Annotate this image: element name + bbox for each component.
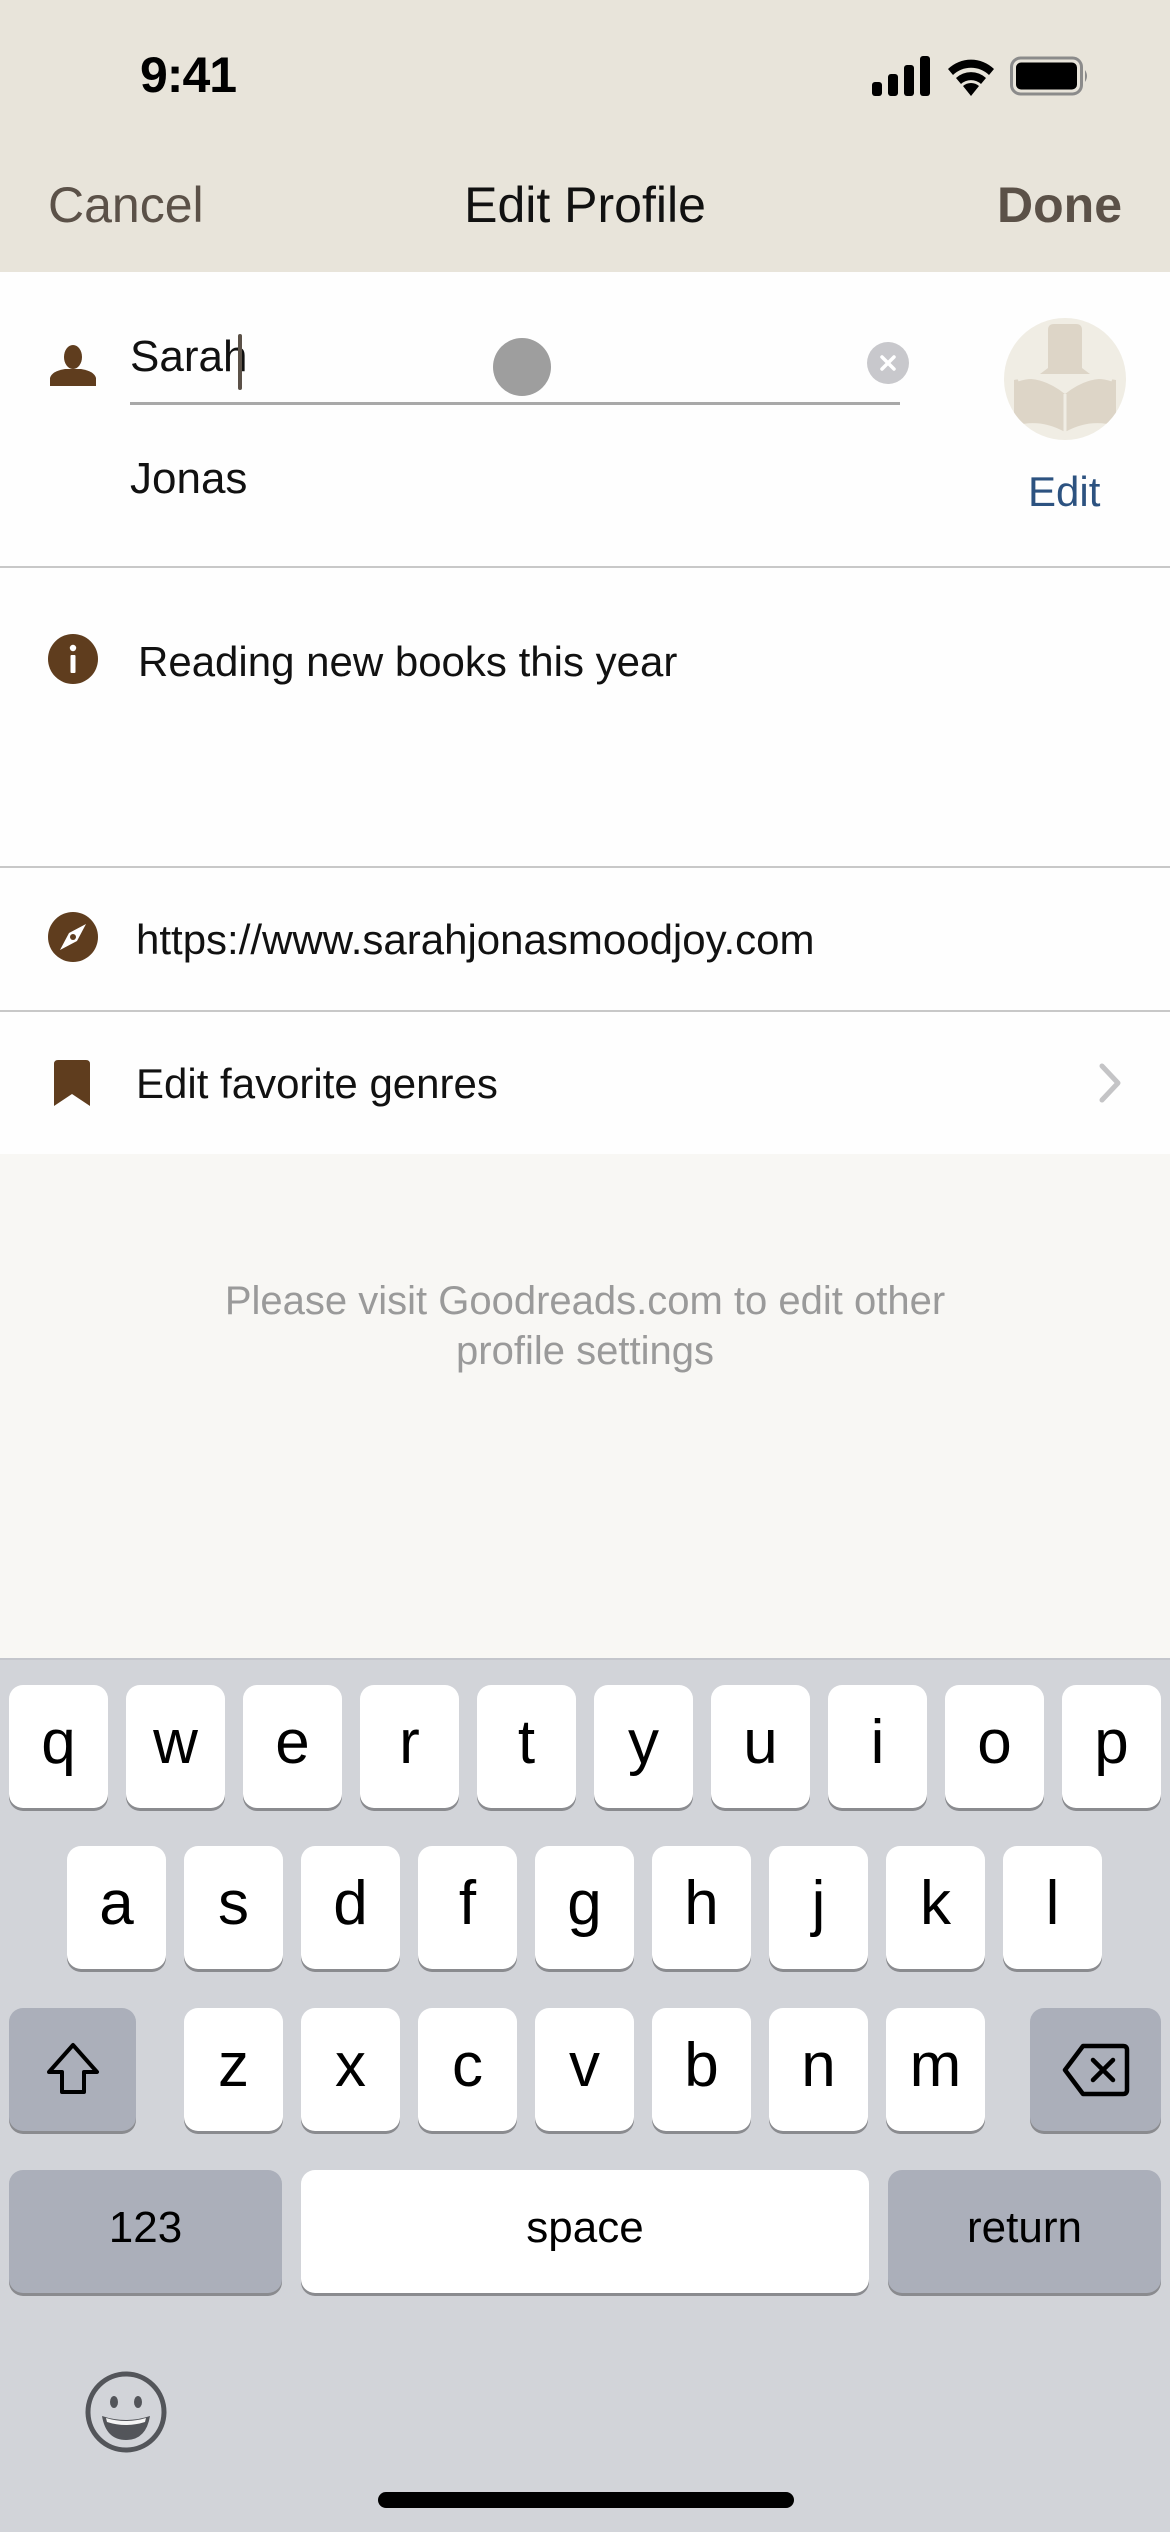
- key-label: j: [811, 1869, 826, 1938]
- notice-line-1: Please visit Goodreads.com to edit other: [224, 1279, 946, 1323]
- key-o[interactable]: o: [945, 1685, 1044, 1808]
- close-icon: [880, 355, 896, 371]
- battery-icon: [1010, 56, 1087, 96]
- key-y[interactable]: y: [594, 1685, 693, 1808]
- edit-avatar-button[interactable]: Edit: [1028, 468, 1100, 516]
- key-label: u: [743, 1708, 778, 1777]
- key-label: w: [153, 1708, 198, 1777]
- bookmark-icon: [54, 1060, 90, 1106]
- emoji-icon[interactable]: [84, 2370, 168, 2454]
- key-h[interactable]: h: [652, 1846, 751, 1969]
- status-time: 9:41: [140, 47, 237, 103]
- cellular-signal-icon: [872, 56, 930, 96]
- key-k[interactable]: k: [886, 1846, 985, 1969]
- key-g[interactable]: g: [535, 1846, 634, 1969]
- key-f[interactable]: f: [418, 1846, 517, 1969]
- compass-icon: [48, 912, 98, 962]
- space-key[interactable]: space: [301, 2170, 869, 2293]
- key-label: z: [218, 2031, 249, 2100]
- key-label: c: [452, 2031, 483, 2100]
- key-label: s: [218, 1869, 249, 1938]
- divider: [0, 566, 1170, 568]
- clear-text-button[interactable]: [867, 342, 909, 384]
- settings-notice: Please visit Goodreads.com to edit other…: [0, 1276, 1170, 1376]
- key-label: p: [1094, 1708, 1129, 1777]
- space-key-label: space: [526, 2202, 644, 2252]
- last-name-input[interactable]: Jonas: [130, 454, 247, 504]
- key-b[interactable]: b: [652, 2008, 751, 2131]
- key-i[interactable]: i: [828, 1685, 927, 1808]
- key-label: l: [1045, 1869, 1060, 1938]
- edit-genres-label[interactable]: Edit favorite genres: [136, 1060, 498, 1108]
- key-s[interactable]: s: [184, 1846, 283, 1969]
- info-icon: [48, 634, 98, 684]
- delete-icon: [1062, 2043, 1129, 2096]
- shift-icon: [46, 2042, 99, 2094]
- key-label: r: [399, 1708, 420, 1777]
- wifi-icon: [948, 59, 994, 96]
- key-v[interactable]: v: [535, 2008, 634, 2131]
- key-label: f: [458, 1869, 477, 1938]
- key-t[interactable]: t: [477, 1685, 576, 1808]
- key-label: q: [41, 1708, 76, 1777]
- notice-line-2: profile settings: [456, 1329, 714, 1373]
- bio-input[interactable]: Reading new books this year: [138, 638, 677, 686]
- key-label: k: [920, 1869, 951, 1938]
- key-c[interactable]: c: [418, 2008, 517, 2131]
- reader-placeholder-icon: [1014, 324, 1116, 432]
- numbers-key-label: 123: [108, 2202, 183, 2252]
- key-n[interactable]: n: [769, 2008, 868, 2131]
- status-icons: [872, 56, 1090, 96]
- page-title: Edit Profile: [464, 177, 706, 233]
- key-label: n: [801, 2031, 836, 2100]
- key-m[interactable]: m: [886, 2008, 985, 2131]
- home-indicator: [378, 2492, 794, 2508]
- key-j[interactable]: j: [769, 1846, 868, 1969]
- key-x[interactable]: x: [301, 2008, 400, 2131]
- delete-key[interactable]: [1030, 2008, 1161, 2131]
- text-cursor: [238, 334, 242, 390]
- key-label: e: [275, 1708, 310, 1777]
- input-underline: [130, 402, 900, 405]
- key-label: d: [333, 1869, 368, 1938]
- website-input[interactable]: https://www.sarahjonasmoodjoy.com: [136, 916, 815, 964]
- key-l[interactable]: l: [1003, 1846, 1102, 1969]
- key-e[interactable]: e: [243, 1685, 342, 1808]
- key-q[interactable]: q: [9, 1685, 108, 1808]
- key-label: t: [517, 1708, 536, 1777]
- key-z[interactable]: z: [184, 2008, 283, 2131]
- keyboard: q w e r t y u i o p a s d f g h j k l z x c v b n m 123 space ret…: [0, 1658, 1170, 2532]
- key-label: v: [569, 2031, 600, 2100]
- key-r[interactable]: r: [360, 1685, 459, 1808]
- key-label: y: [628, 1708, 659, 1777]
- person-icon: [50, 345, 96, 386]
- chevron-right-icon: [1099, 1063, 1121, 1103]
- key-label: h: [684, 1869, 719, 1938]
- done-button[interactable]: Done: [997, 176, 1122, 234]
- first-name-input[interactable]: Sarah: [130, 332, 247, 382]
- key-p[interactable]: p: [1062, 1685, 1161, 1808]
- key-label: x: [335, 2031, 366, 2100]
- divider: [0, 866, 1170, 868]
- touch-indicator: [493, 338, 551, 396]
- key-label: i: [870, 1708, 885, 1777]
- return-key[interactable]: return: [888, 2170, 1161, 2293]
- shift-key[interactable]: [9, 2008, 136, 2131]
- key-label: a: [99, 1869, 134, 1938]
- key-d[interactable]: d: [301, 1846, 400, 1969]
- key-label: g: [567, 1869, 602, 1938]
- key-a[interactable]: a: [67, 1846, 166, 1969]
- key-u[interactable]: u: [711, 1685, 810, 1808]
- key-w[interactable]: w: [126, 1685, 225, 1808]
- key-label: o: [977, 1708, 1012, 1777]
- key-label: b: [684, 2031, 719, 2100]
- key-label: m: [909, 2031, 962, 2100]
- avatar[interactable]: [1004, 318, 1126, 440]
- numbers-key[interactable]: 123: [9, 2170, 282, 2293]
- return-key-label: return: [967, 2202, 1082, 2252]
